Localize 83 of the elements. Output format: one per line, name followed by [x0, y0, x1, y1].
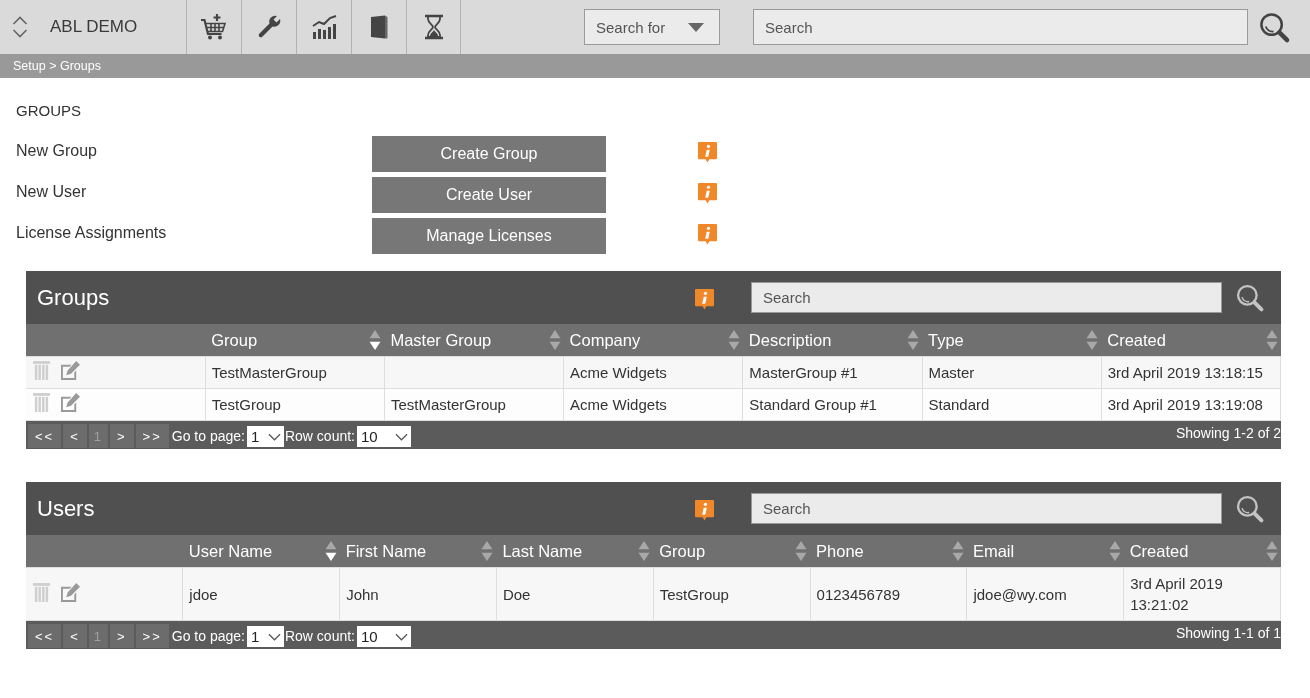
search-field[interactable]: Search: [751, 493, 1222, 524]
page-button[interactable]: >: [110, 424, 134, 448]
table-cell: 3rd April 2019 13:21:02: [1123, 567, 1281, 621]
column-header[interactable]: Email: [966, 535, 1124, 568]
action-button[interactable]: Create Group: [372, 136, 606, 172]
row-count-select[interactable]: 10: [357, 626, 411, 647]
column-header[interactable]: User Name: [182, 535, 340, 568]
go-to-page-label: Go to page:: [171, 427, 245, 446]
search-icon: [1258, 10, 1291, 44]
chevron-down-icon: [395, 432, 408, 441]
info-icon[interactable]: [695, 289, 714, 310]
table-cell: TestMasterGroup: [384, 388, 564, 421]
panel-title: Groups: [37, 284, 111, 311]
page-heading: GROUPS: [16, 101, 82, 121]
panel-title: Users: [37, 495, 96, 522]
search-scope-dropdown[interactable]: Search for: [584, 9, 720, 45]
page-button[interactable]: >>: [135, 624, 169, 648]
page-button[interactable]: <<: [28, 424, 62, 448]
page-button[interactable]: >>: [135, 424, 169, 448]
edit-icon[interactable]: [61, 582, 80, 602]
row-count-select[interactable]: 10: [357, 426, 411, 447]
table-cell: Acme Widgets: [563, 356, 743, 389]
chevron-up-down-icon[interactable]: [12, 15, 28, 39]
action-button[interactable]: Manage Licenses: [372, 218, 606, 254]
table-cell: TestMasterGroup: [205, 356, 385, 389]
column-header[interactable]: Description: [742, 324, 922, 357]
info-icon[interactable]: [695, 500, 714, 521]
row-summary: Showing 1-1 of 1: [1175, 624, 1281, 642]
chevron-down-icon: [395, 632, 408, 641]
breadcrumb: Setup > Groups: [13, 59, 101, 73]
table-cell: jdoe: [182, 567, 340, 621]
bar-chart-icon: [310, 13, 338, 41]
caret-down-icon: [688, 22, 704, 32]
page-button[interactable]: <<: [28, 624, 62, 648]
table-cell: MasterGroup #1: [742, 356, 922, 389]
table-cell: Acme Widgets: [563, 388, 743, 421]
column-header[interactable]: First Name: [339, 535, 497, 568]
row-count-label: Row count:: [284, 427, 355, 446]
edit-icon[interactable]: [61, 393, 80, 412]
column-header[interactable]: Created: [1123, 535, 1281, 568]
search-field[interactable]: Search: [753, 9, 1248, 45]
chevron-down-icon: [267, 632, 281, 641]
chevron-down-icon: [267, 432, 281, 441]
column-header[interactable]: Group: [205, 324, 385, 357]
table-cell: 0123456789: [810, 567, 967, 621]
column-header[interactable]: Type: [922, 324, 1102, 357]
search-field[interactable]: Search: [751, 282, 1222, 313]
row-count-label: Row count:: [284, 627, 355, 646]
search-button[interactable]: [1235, 493, 1265, 524]
page-select[interactable]: 1: [246, 626, 284, 647]
table-cell: Master: [922, 356, 1102, 389]
column-header[interactable]: Last Name: [496, 535, 654, 568]
table-cell: Doe: [496, 567, 654, 621]
app-title: ABL DEMO: [50, 17, 138, 37]
table-cell: 3rd April 2019 13:18:15: [1101, 356, 1281, 389]
action-label: New Group: [16, 142, 98, 160]
column-header[interactable]: Company: [563, 324, 743, 357]
edit-icon[interactable]: [61, 361, 80, 380]
page-button[interactable]: <: [63, 424, 87, 448]
column-header[interactable]: Master Group: [384, 324, 564, 357]
action-label: License Assignments: [16, 224, 168, 242]
table-cell: jdoe@wy.com: [966, 567, 1124, 621]
action-label: New User: [16, 183, 88, 201]
column-header[interactable]: Phone: [810, 535, 967, 568]
table-cell: TestGroup: [205, 388, 385, 421]
table-cell: 3rd April 2019 13:19:08: [1101, 388, 1281, 421]
search-button[interactable]: [1235, 282, 1265, 313]
page-button[interactable]: <: [63, 624, 87, 648]
table-cell: Standard Group #1: [742, 388, 922, 421]
column-header[interactable]: Group: [653, 535, 811, 568]
action-button[interactable]: Create User: [372, 177, 606, 213]
table-cell: TestGroup: [653, 567, 811, 621]
column-header[interactable]: Created: [1101, 324, 1281, 357]
row-summary: Showing 1-2 of 2: [1175, 424, 1281, 442]
search-icon: [1235, 282, 1265, 313]
table-cell: Standard: [922, 388, 1102, 421]
page-button[interactable]: >: [110, 624, 134, 648]
table-cell: John: [339, 567, 497, 621]
search-icon: [1235, 493, 1265, 524]
cart-plus-icon: [200, 13, 228, 41]
page-select[interactable]: 1: [246, 426, 284, 447]
search-button[interactable]: [1258, 10, 1291, 44]
go-to-page-label: Go to page:: [171, 627, 245, 646]
